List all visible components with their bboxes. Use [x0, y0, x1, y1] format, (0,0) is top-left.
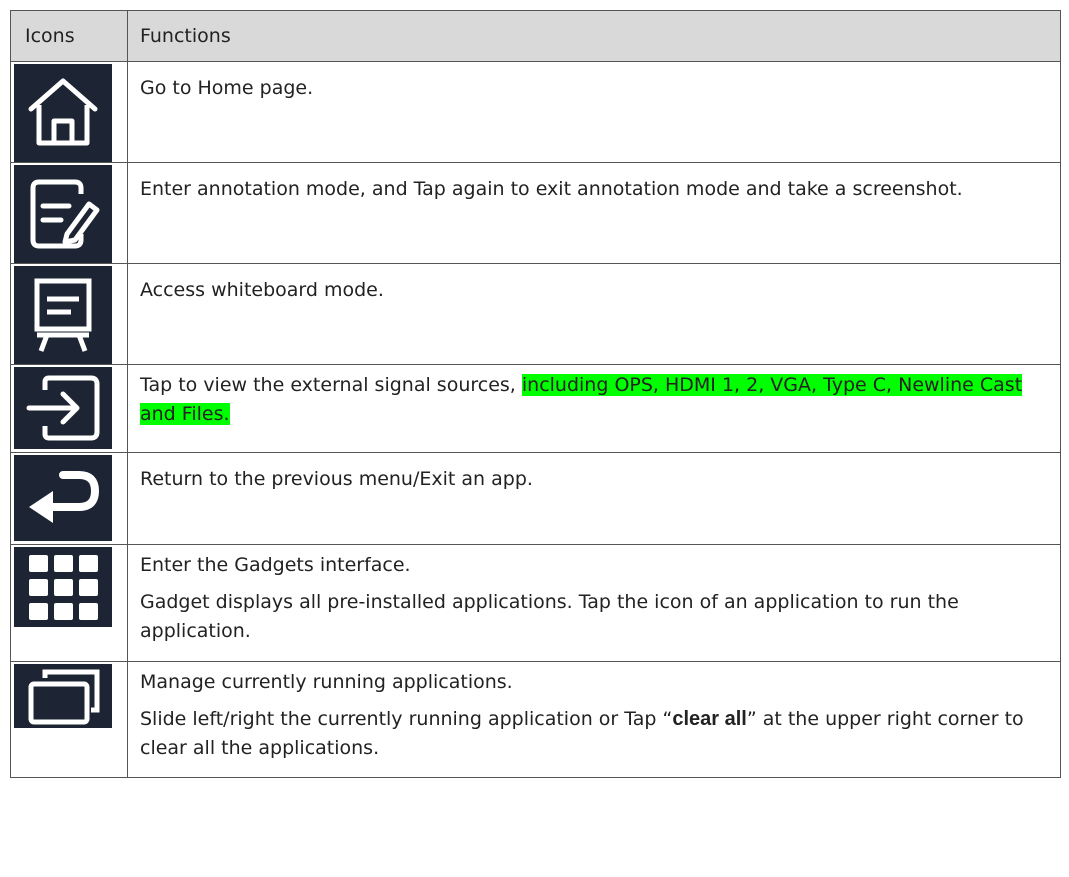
annotation-icon: [14, 165, 112, 263]
description-text: Gadget displays all pre-installed applic…: [140, 591, 959, 642]
icon-function-table: Icons Functions Go to Home page. Enter a…: [10, 10, 1061, 778]
description-text: Slide left/right the currently running a…: [140, 708, 673, 730]
input-source-icon: [14, 367, 112, 449]
table-row: Access whiteboard mode.: [10, 263, 1061, 365]
home-icon: [14, 64, 112, 162]
table-row: Manage currently running applications. S…: [10, 661, 1061, 778]
description-text: Return to the previous menu/Exit an app.: [140, 468, 533, 490]
row-description: Return to the previous menu/Exit an app.: [127, 452, 1061, 545]
apps-grid-icon: [14, 547, 112, 627]
row-description: Go to Home page.: [127, 61, 1061, 163]
table-row: Go to Home page.: [10, 61, 1061, 163]
description-text: Enter the Gadgets interface.: [140, 554, 411, 576]
description-text: Access whiteboard mode.: [140, 279, 384, 301]
table-row: Tap to view the external signal sources,…: [10, 364, 1061, 453]
description-text: Manage currently running applications.: [140, 671, 513, 693]
whiteboard-icon: [14, 266, 112, 364]
multitask-icon: [14, 664, 112, 728]
table-header-row: Icons Functions: [10, 10, 1061, 62]
row-description: Manage currently running applications. S…: [127, 661, 1061, 778]
row-description: Access whiteboard mode.: [127, 263, 1061, 365]
description-text: Go to Home page.: [140, 77, 314, 99]
row-description: Enter annotation mode, and Tap again to …: [127, 162, 1061, 264]
header-functions: Functions: [127, 10, 1061, 62]
description-text: Tap to view the external signal sources,: [140, 374, 522, 396]
header-icons: Icons: [10, 10, 128, 62]
back-icon: [14, 455, 112, 541]
table-row: Enter the Gadgets interface. Gadget disp…: [10, 544, 1061, 662]
row-description: Enter the Gadgets interface. Gadget disp…: [127, 544, 1061, 662]
bold-text: clear all: [672, 708, 747, 730]
row-description: Tap to view the external signal sources,…: [127, 364, 1061, 453]
table-row: Enter annotation mode, and Tap again to …: [10, 162, 1061, 264]
table-row: Return to the previous menu/Exit an app.: [10, 452, 1061, 545]
description-text: Enter annotation mode, and Tap again to …: [140, 178, 963, 200]
